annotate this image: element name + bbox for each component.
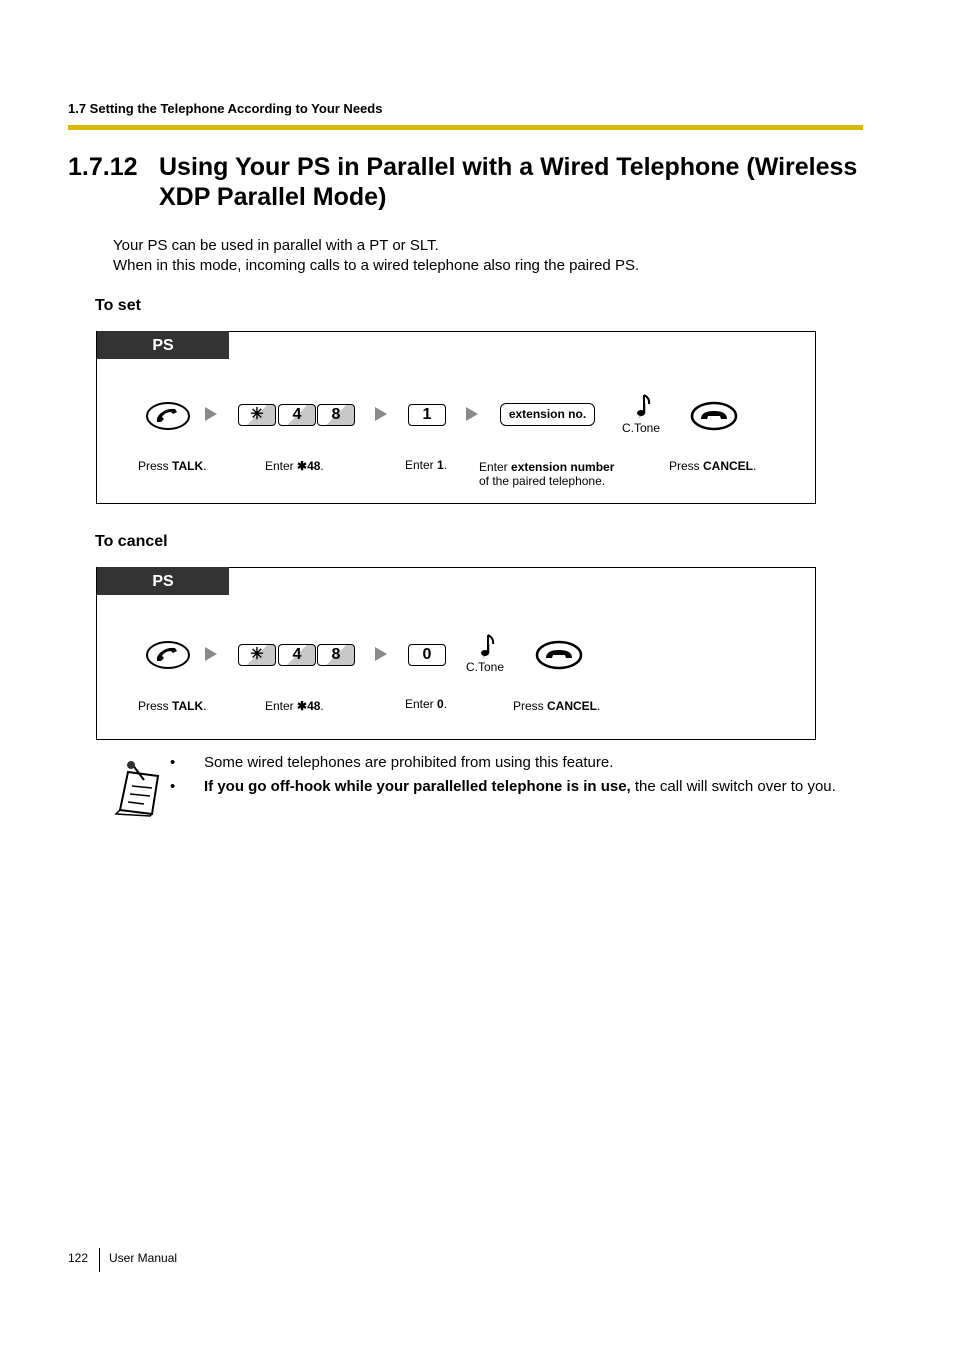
ctone-label: C.Tone <box>622 421 661 435</box>
key-star: ✳ <box>238 644 276 666</box>
caption-enter-0: Enter 0. <box>405 697 448 711</box>
notepad-icon <box>114 761 160 817</box>
notes-list: • Some wired telephones are prohibited f… <box>170 753 860 801</box>
cancel-icon <box>535 640 583 670</box>
note-item: • If you go off-hook while your parallel… <box>170 778 836 795</box>
key-4: 4 <box>278 404 316 426</box>
section-title-text: Using Your PS in Parallel with a Wired T… <box>159 153 858 211</box>
talk-icon <box>146 641 190 669</box>
caption-cancel: Press CANCEL. <box>669 459 757 473</box>
to-set-heading: To set <box>95 297 141 314</box>
key-0: 0 <box>408 644 446 666</box>
intro-text: Your PS can be used in parallel with a P… <box>113 236 639 275</box>
caption-cancel: Press CANCEL. <box>513 699 601 713</box>
to-cancel-box: PS ✳ 4 8 0 C.Tone Press TALK. Enter ✱48.… <box>96 567 816 740</box>
ps-tab: PS <box>97 567 229 595</box>
to-set-box: PS ✳ 4 8 1 extension no. C.Tone Press TA… <box>96 331 816 504</box>
caption-enter-1: Enter 1. <box>405 458 448 472</box>
key-8: 8 <box>317 644 355 666</box>
intro-line: When in this mode, incoming calls to a w… <box>113 256 640 274</box>
caption-star48: Enter ✱48. <box>265 699 324 713</box>
footer-label: User Manual <box>109 1251 178 1265</box>
caption-extension: Enter extension number of the paired tele… <box>479 460 615 488</box>
caption-star48: Enter ✱48. <box>265 459 324 473</box>
arrow-icon <box>466 407 478 421</box>
intro-line: Your PS can be used in parallel with a P… <box>113 237 439 254</box>
caption-talk: Press TALK. <box>138 699 207 713</box>
key-8: 8 <box>317 404 355 426</box>
to-cancel-heading: To cancel <box>95 533 168 550</box>
section-number: 1.7.12 <box>68 153 138 181</box>
running-head: 1.7 Setting the Telephone According to Y… <box>68 101 383 116</box>
cancel-icon <box>690 401 738 431</box>
arrow-icon <box>205 647 217 661</box>
page-number: 122 <box>68 1251 89 1265</box>
extension-no-key: extension no. <box>500 403 595 426</box>
key-star: ✳ <box>238 404 276 426</box>
ctone-label: C.Tone <box>466 660 505 674</box>
arrow-icon <box>375 407 387 421</box>
key-1: 1 <box>408 404 446 426</box>
caption-talk: Press TALK. <box>138 459 207 473</box>
arrow-icon <box>375 647 387 661</box>
arrow-icon <box>205 407 217 421</box>
ps-tab: PS <box>97 331 229 359</box>
music-note-icon <box>481 634 495 659</box>
header-rule <box>68 125 863 130</box>
talk-icon <box>146 402 190 430</box>
footer-divider <box>99 1248 100 1272</box>
note-item: • Some wired telephones are prohibited f… <box>170 754 614 771</box>
key-4: 4 <box>278 644 316 666</box>
music-note-icon <box>637 394 651 419</box>
